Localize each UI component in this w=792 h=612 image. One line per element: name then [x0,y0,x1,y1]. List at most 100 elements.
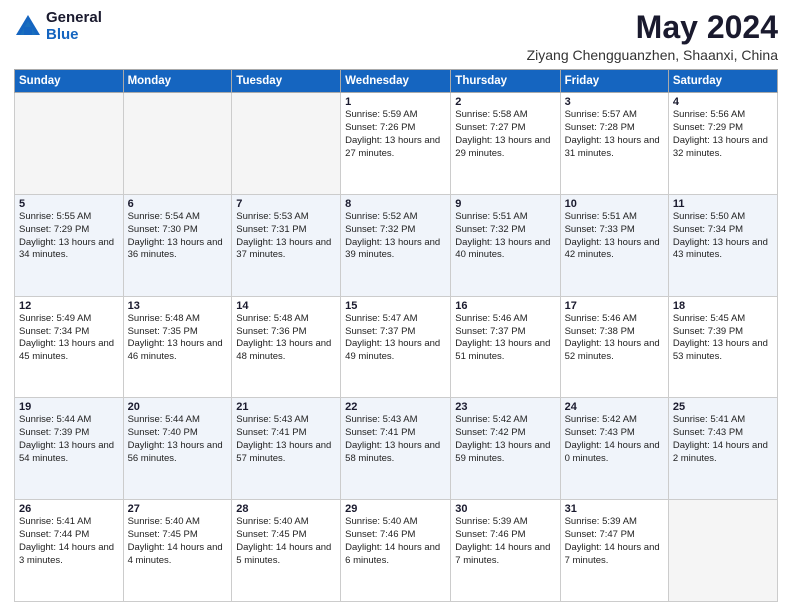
cell-info: Sunrise: 5:58 AMSunset: 7:27 PMDaylight:… [455,109,555,160]
cell-info: Sunrise: 5:46 AMSunset: 7:37 PMDaylight:… [455,313,555,364]
day-number: 16 [455,300,555,312]
cell-info: Sunrise: 5:40 AMSunset: 7:45 PMDaylight:… [236,516,336,567]
calendar-cell: 8Sunrise: 5:52 AMSunset: 7:32 PMDaylight… [341,194,451,296]
cell-info: Sunrise: 5:56 AMSunset: 7:29 PMDaylight:… [673,109,773,160]
day-number: 8 [345,198,446,210]
calendar-cell: 29Sunrise: 5:40 AMSunset: 7:46 PMDayligh… [341,500,451,602]
day-number: 13 [128,300,228,312]
col-saturday: Saturday [668,70,777,93]
calendar-cell [15,93,124,195]
cell-info: Sunrise: 5:41 AMSunset: 7:43 PMDaylight:… [673,414,773,465]
day-number: 23 [455,401,555,413]
week-row-4: 19Sunrise: 5:44 AMSunset: 7:39 PMDayligh… [15,398,778,500]
cell-info: Sunrise: 5:40 AMSunset: 7:46 PMDaylight:… [345,516,446,567]
calendar-cell: 9Sunrise: 5:51 AMSunset: 7:32 PMDaylight… [451,194,560,296]
day-number: 30 [455,503,555,515]
day-number: 5 [19,198,119,210]
cell-info: Sunrise: 5:43 AMSunset: 7:41 PMDaylight:… [345,414,446,465]
calendar-cell: 11Sunrise: 5:50 AMSunset: 7:34 PMDayligh… [668,194,777,296]
day-number: 20 [128,401,228,413]
logo-icon [14,13,42,41]
week-row-1: 1Sunrise: 5:59 AMSunset: 7:26 PMDaylight… [15,93,778,195]
calendar-cell: 20Sunrise: 5:44 AMSunset: 7:40 PMDayligh… [123,398,232,500]
cell-info: Sunrise: 5:55 AMSunset: 7:29 PMDaylight:… [19,211,119,262]
calendar-table: Sunday Monday Tuesday Wednesday Thursday… [14,69,778,602]
day-number: 24 [565,401,664,413]
cell-info: Sunrise: 5:53 AMSunset: 7:31 PMDaylight:… [236,211,336,262]
calendar-cell: 16Sunrise: 5:46 AMSunset: 7:37 PMDayligh… [451,296,560,398]
week-row-2: 5Sunrise: 5:55 AMSunset: 7:29 PMDaylight… [15,194,778,296]
title-block: May 2024 Ziyang Chengguanzhen, Shaanxi, … [527,10,778,63]
day-number: 1 [345,96,446,108]
calendar-cell: 19Sunrise: 5:44 AMSunset: 7:39 PMDayligh… [15,398,124,500]
calendar-cell: 24Sunrise: 5:42 AMSunset: 7:43 PMDayligh… [560,398,668,500]
cell-info: Sunrise: 5:44 AMSunset: 7:40 PMDaylight:… [128,414,228,465]
logo-blue: Blue [46,27,102,44]
calendar-header: Sunday Monday Tuesday Wednesday Thursday… [15,70,778,93]
cell-info: Sunrise: 5:49 AMSunset: 7:34 PMDaylight:… [19,313,119,364]
day-number: 4 [673,96,773,108]
calendar-cell: 10Sunrise: 5:51 AMSunset: 7:33 PMDayligh… [560,194,668,296]
calendar-cell: 3Sunrise: 5:57 AMSunset: 7:28 PMDaylight… [560,93,668,195]
calendar-cell: 6Sunrise: 5:54 AMSunset: 7:30 PMDaylight… [123,194,232,296]
calendar-cell: 21Sunrise: 5:43 AMSunset: 7:41 PMDayligh… [232,398,341,500]
cell-info: Sunrise: 5:52 AMSunset: 7:32 PMDaylight:… [345,211,446,262]
day-number: 7 [236,198,336,210]
cell-info: Sunrise: 5:40 AMSunset: 7:45 PMDaylight:… [128,516,228,567]
logo-general: General [46,10,102,27]
calendar-cell [123,93,232,195]
calendar-cell: 7Sunrise: 5:53 AMSunset: 7:31 PMDaylight… [232,194,341,296]
day-number: 6 [128,198,228,210]
day-number: 29 [345,503,446,515]
cell-info: Sunrise: 5:51 AMSunset: 7:32 PMDaylight:… [455,211,555,262]
calendar-cell: 1Sunrise: 5:59 AMSunset: 7:26 PMDaylight… [341,93,451,195]
col-sunday: Sunday [15,70,124,93]
col-friday: Friday [560,70,668,93]
day-number: 12 [19,300,119,312]
calendar-cell: 5Sunrise: 5:55 AMSunset: 7:29 PMDaylight… [15,194,124,296]
cell-info: Sunrise: 5:42 AMSunset: 7:43 PMDaylight:… [565,414,664,465]
day-number: 31 [565,503,664,515]
col-tuesday: Tuesday [232,70,341,93]
cell-info: Sunrise: 5:46 AMSunset: 7:38 PMDaylight:… [565,313,664,364]
day-number: 15 [345,300,446,312]
calendar-cell: 14Sunrise: 5:48 AMSunset: 7:36 PMDayligh… [232,296,341,398]
calendar-cell: 31Sunrise: 5:39 AMSunset: 7:47 PMDayligh… [560,500,668,602]
calendar-cell [232,93,341,195]
col-thursday: Thursday [451,70,560,93]
day-number: 25 [673,401,773,413]
cell-info: Sunrise: 5:44 AMSunset: 7:39 PMDaylight:… [19,414,119,465]
calendar-cell: 27Sunrise: 5:40 AMSunset: 7:45 PMDayligh… [123,500,232,602]
calendar-cell: 26Sunrise: 5:41 AMSunset: 7:44 PMDayligh… [15,500,124,602]
calendar-cell: 25Sunrise: 5:41 AMSunset: 7:43 PMDayligh… [668,398,777,500]
day-number: 2 [455,96,555,108]
cell-info: Sunrise: 5:54 AMSunset: 7:30 PMDaylight:… [128,211,228,262]
calendar-cell: 28Sunrise: 5:40 AMSunset: 7:45 PMDayligh… [232,500,341,602]
day-number: 18 [673,300,773,312]
day-number: 22 [345,401,446,413]
cell-info: Sunrise: 5:48 AMSunset: 7:35 PMDaylight:… [128,313,228,364]
cell-info: Sunrise: 5:50 AMSunset: 7:34 PMDaylight:… [673,211,773,262]
cell-info: Sunrise: 5:39 AMSunset: 7:47 PMDaylight:… [565,516,664,567]
calendar-cell: 15Sunrise: 5:47 AMSunset: 7:37 PMDayligh… [341,296,451,398]
day-number: 26 [19,503,119,515]
header: General Blue May 2024 Ziyang Chengguanzh… [14,10,778,63]
header-row: Sunday Monday Tuesday Wednesday Thursday… [15,70,778,93]
day-number: 9 [455,198,555,210]
cell-info: Sunrise: 5:41 AMSunset: 7:44 PMDaylight:… [19,516,119,567]
calendar-cell: 30Sunrise: 5:39 AMSunset: 7:46 PMDayligh… [451,500,560,602]
cell-info: Sunrise: 5:59 AMSunset: 7:26 PMDaylight:… [345,109,446,160]
cell-info: Sunrise: 5:42 AMSunset: 7:42 PMDaylight:… [455,414,555,465]
day-number: 3 [565,96,664,108]
day-number: 17 [565,300,664,312]
day-number: 28 [236,503,336,515]
calendar-cell: 17Sunrise: 5:46 AMSunset: 7:38 PMDayligh… [560,296,668,398]
cell-info: Sunrise: 5:39 AMSunset: 7:46 PMDaylight:… [455,516,555,567]
location: Ziyang Chengguanzhen, Shaanxi, China [527,47,778,63]
col-wednesday: Wednesday [341,70,451,93]
cell-info: Sunrise: 5:57 AMSunset: 7:28 PMDaylight:… [565,109,664,160]
calendar-cell: 4Sunrise: 5:56 AMSunset: 7:29 PMDaylight… [668,93,777,195]
calendar-cell: 13Sunrise: 5:48 AMSunset: 7:35 PMDayligh… [123,296,232,398]
week-row-3: 12Sunrise: 5:49 AMSunset: 7:34 PMDayligh… [15,296,778,398]
day-number: 21 [236,401,336,413]
